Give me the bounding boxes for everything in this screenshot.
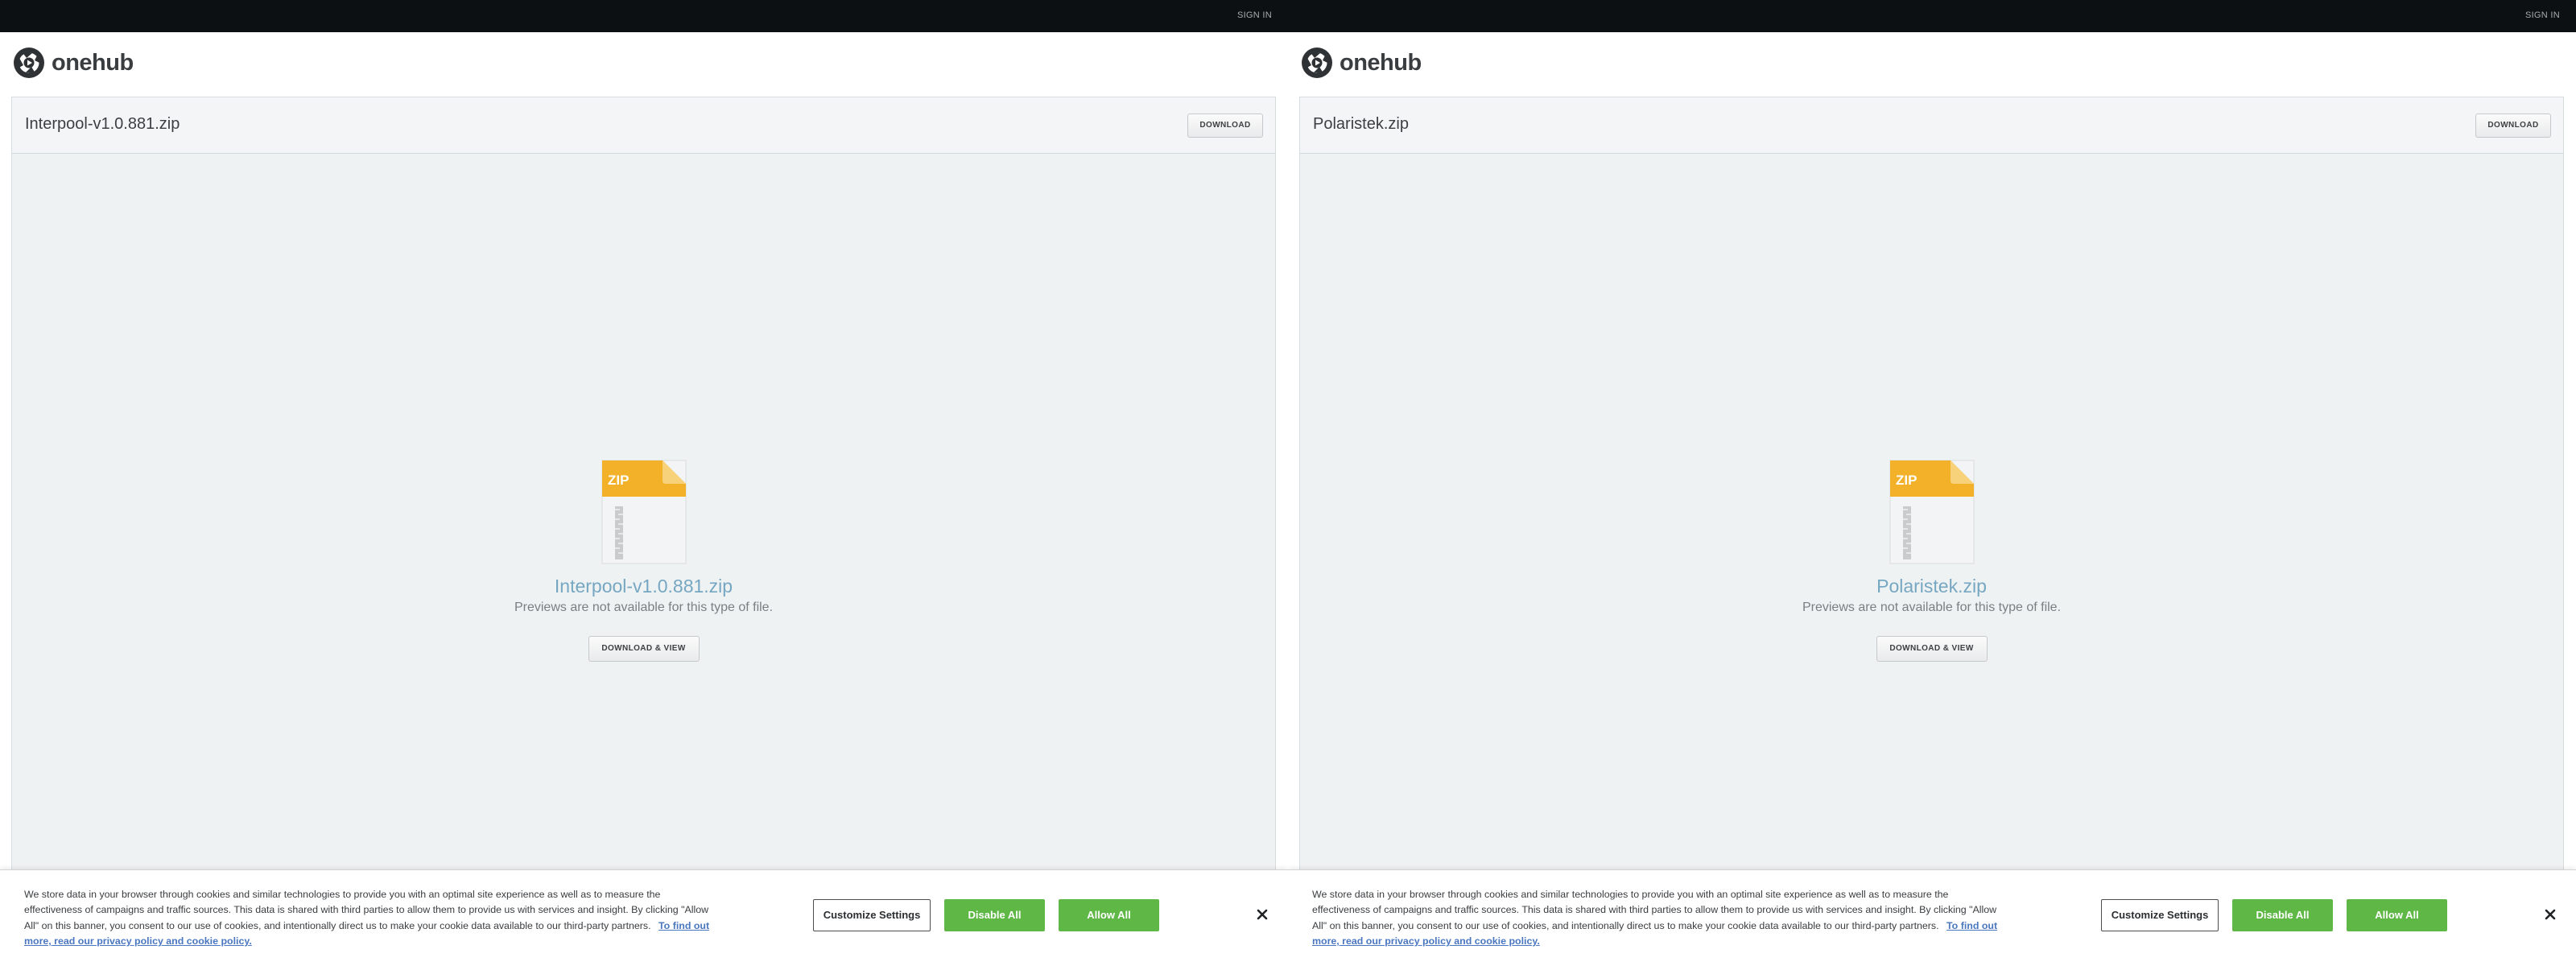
preview-file-name: Polaristek.zip bbox=[1876, 576, 1987, 597]
cookie-message: We store data in your browser through co… bbox=[1312, 887, 2004, 950]
customize-settings-button[interactable]: Customize Settings bbox=[813, 899, 931, 931]
cookie-banner: We store data in your browser through co… bbox=[0, 869, 1288, 966]
onehub-logo-icon bbox=[14, 47, 44, 78]
download-button[interactable]: DOWNLOAD bbox=[2475, 114, 2551, 138]
top-bar: SIGN IN bbox=[1288, 0, 2576, 32]
download-button[interactable]: DOWNLOAD bbox=[1187, 114, 1263, 138]
cookie-message-text: We store data in your browser through co… bbox=[24, 889, 709, 931]
allow-all-button[interactable]: Allow All bbox=[1059, 899, 1159, 931]
brand-logo[interactable]: onehub bbox=[13, 47, 134, 79]
cookie-message: We store data in your browser through co… bbox=[24, 887, 716, 950]
file-header: Interpool-v1.0.881.zip DOWNLOAD bbox=[12, 97, 1275, 154]
zip-file-icon: ZIP bbox=[1889, 460, 1974, 564]
preview-unavailable-note: Previews are not available for this type… bbox=[1802, 601, 2062, 614]
close-icon[interactable] bbox=[2542, 906, 2558, 923]
download-and-view-button[interactable]: DOWNLOAD & VIEW bbox=[1876, 636, 1988, 662]
preview-file-name: Interpool-v1.0.881.zip bbox=[554, 576, 733, 597]
zip-badge-label: ZIP bbox=[1896, 473, 1917, 488]
file-title: Polaristek.zip bbox=[1313, 115, 1409, 133]
file-preview: ZIP Interpool-v1.0.881.zip Previews are … bbox=[12, 460, 1275, 662]
sign-in-link[interactable]: SIGN IN bbox=[1237, 10, 1272, 20]
zip-file-icon: ZIP bbox=[601, 460, 686, 564]
cookie-message-text: We store data in your browser through co… bbox=[1312, 889, 1997, 931]
file-panel: Polaristek.zip DOWNLOAD ZIP Polaristek.z… bbox=[1299, 97, 2564, 966]
brand-name: onehub bbox=[52, 49, 134, 76]
disable-all-button[interactable]: Disable All bbox=[2232, 899, 2333, 931]
cookie-banner: We store data in your browser through co… bbox=[1288, 869, 2576, 966]
browser-pane-right: SIGN IN onehub Polaristek.zip DOWNLOAD Z… bbox=[1288, 0, 2576, 966]
file-title: Interpool-v1.0.881.zip bbox=[25, 115, 180, 133]
top-bar: SIGN IN bbox=[0, 0, 1288, 32]
sign-in-link[interactable]: SIGN IN bbox=[2525, 10, 2560, 20]
zip-badge-label: ZIP bbox=[608, 473, 629, 488]
download-and-view-button[interactable]: DOWNLOAD & VIEW bbox=[588, 636, 700, 662]
close-icon[interactable] bbox=[1254, 906, 1270, 923]
allow-all-button[interactable]: Allow All bbox=[2347, 899, 2447, 931]
brand-logo[interactable]: onehub bbox=[1301, 47, 1422, 79]
brand-name: onehub bbox=[1340, 49, 1422, 76]
customize-settings-button[interactable]: Customize Settings bbox=[2101, 899, 2219, 931]
file-header: Polaristek.zip DOWNLOAD bbox=[1300, 97, 2563, 154]
onehub-logo-icon bbox=[1302, 47, 1332, 78]
file-panel: Interpool-v1.0.881.zip DOWNLOAD ZIP Inte… bbox=[11, 97, 1276, 966]
disable-all-button[interactable]: Disable All bbox=[944, 899, 1045, 931]
preview-unavailable-note: Previews are not available for this type… bbox=[514, 601, 774, 614]
file-preview: ZIP Polaristek.zip Previews are not avai… bbox=[1300, 460, 2563, 662]
browser-pane-left: SIGN IN onehub Interpool-v1.0.881.zip DO… bbox=[0, 0, 1288, 966]
